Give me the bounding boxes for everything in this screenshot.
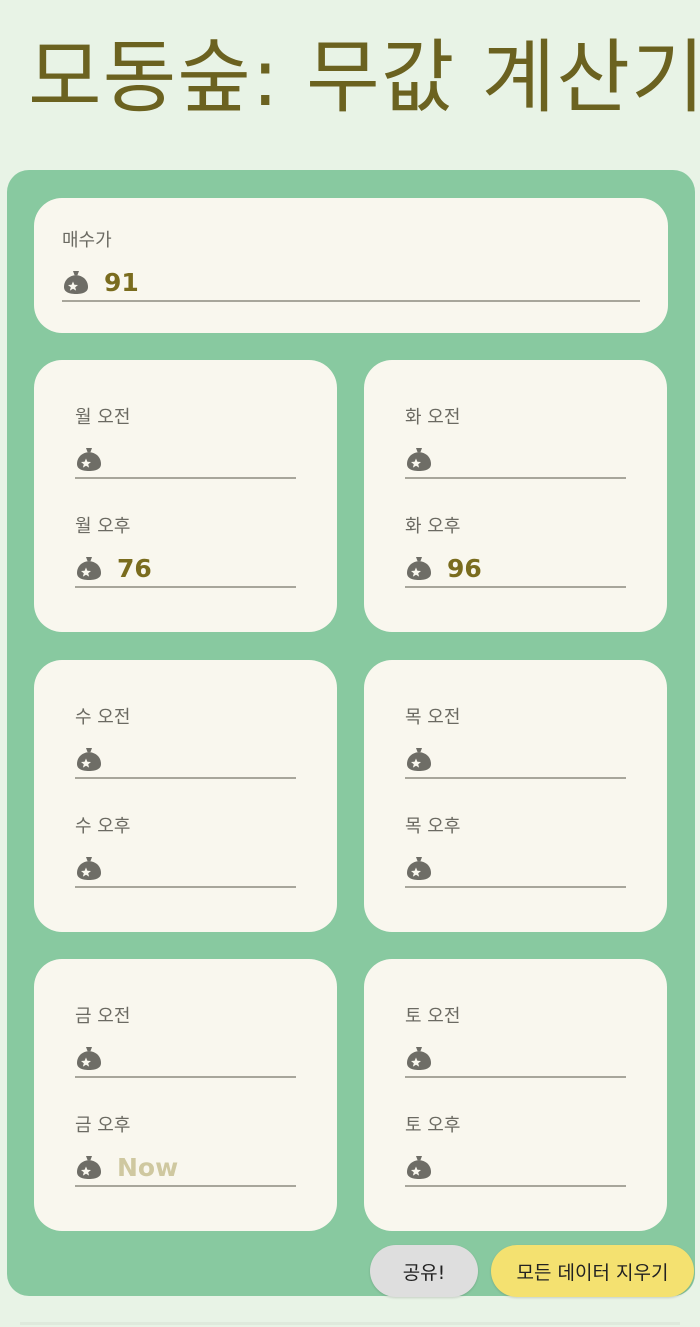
bell-bag-icon bbox=[77, 748, 101, 771]
price-field-fri-am: 금 오전 bbox=[75, 1002, 296, 1082]
day-card-thu: 목 오전 목 오후 bbox=[364, 660, 667, 932]
bell-bag-icon bbox=[64, 271, 88, 294]
day-card-tue: 화 오전 화 오후 96 bbox=[364, 360, 667, 632]
bell-bag-icon bbox=[77, 1156, 101, 1179]
price-label-tue-am: 화 오전 bbox=[405, 407, 461, 428]
price-label-sat-am: 토 오전 bbox=[405, 1006, 461, 1027]
price-field-wed-pm: 수 오후 bbox=[75, 812, 296, 892]
price-field-fri-pm: 금 오후 Now bbox=[75, 1111, 296, 1191]
day-card-fri: 금 오전 금 오후 Now bbox=[34, 959, 337, 1231]
purchase-price-value: 91 bbox=[104, 267, 139, 297]
price-input-fri-am[interactable] bbox=[75, 1040, 296, 1078]
price-field-mon-pm: 월 오후 76 bbox=[75, 512, 296, 592]
price-value-tue-pm: 96 bbox=[447, 553, 482, 583]
day-card-mon: 월 오전 월 오후 76 bbox=[34, 360, 337, 632]
price-label-wed-am: 수 오전 bbox=[75, 707, 131, 728]
price-input-wed-am[interactable] bbox=[75, 741, 296, 779]
price-label-mon-pm: 월 오후 bbox=[75, 516, 131, 537]
day-card-sat: 토 오전 토 오후 bbox=[364, 959, 667, 1231]
price-field-sat-pm: 토 오후 bbox=[405, 1111, 626, 1191]
price-input-wed-pm[interactable] bbox=[75, 850, 296, 888]
price-input-sat-am[interactable] bbox=[405, 1040, 626, 1078]
price-input-tue-am[interactable] bbox=[405, 441, 626, 479]
price-field-mon-am: 월 오전 bbox=[75, 403, 296, 483]
price-label-thu-am: 목 오전 bbox=[405, 707, 461, 728]
price-field-tue-pm: 화 오후 96 bbox=[405, 512, 626, 592]
price-input-mon-am[interactable] bbox=[75, 441, 296, 479]
price-label-wed-pm: 수 오후 bbox=[75, 816, 131, 837]
bell-bag-icon bbox=[407, 1047, 431, 1070]
price-field-wed-am: 수 오전 bbox=[75, 703, 296, 783]
bell-bag-icon bbox=[407, 748, 431, 771]
price-value-mon-pm: 76 bbox=[117, 553, 152, 583]
share-button[interactable]: 공유! bbox=[370, 1245, 478, 1297]
price-label-sat-pm: 토 오후 bbox=[405, 1115, 461, 1136]
day-card-wed: 수 오전 수 오후 bbox=[34, 660, 337, 932]
purchase-price-card: 매수가 91 bbox=[34, 198, 668, 333]
bell-bag-icon bbox=[77, 557, 101, 580]
page-title: 모동숲: 무값 계산기 bbox=[28, 31, 700, 124]
price-input-thu-am[interactable] bbox=[405, 741, 626, 779]
price-input-mon-pm[interactable]: 76 bbox=[75, 550, 296, 588]
price-field-tue-am: 화 오전 bbox=[405, 403, 626, 483]
bell-bag-icon bbox=[77, 448, 101, 471]
price-field-thu-am: 목 오전 bbox=[405, 703, 626, 783]
purchase-price-field: 매수가 91 bbox=[62, 226, 640, 306]
bell-bag-icon bbox=[77, 857, 101, 880]
price-label-fri-pm: 금 오후 bbox=[75, 1115, 131, 1136]
bell-bag-icon bbox=[407, 857, 431, 880]
price-field-sat-am: 토 오전 bbox=[405, 1002, 626, 1082]
clear-all-data-button[interactable]: 모든 데이터 지우기 bbox=[491, 1245, 694, 1297]
bell-bag-icon bbox=[77, 1047, 101, 1070]
bell-bag-icon bbox=[407, 557, 431, 580]
price-label-mon-am: 월 오전 bbox=[75, 407, 131, 428]
price-label-thu-pm: 목 오후 bbox=[405, 816, 461, 837]
price-input-thu-pm[interactable] bbox=[405, 850, 626, 888]
price-placeholder-fri-pm: Now bbox=[117, 1152, 179, 1182]
purchase-price-input[interactable]: 91 bbox=[62, 264, 640, 302]
price-field-thu-pm: 목 오후 bbox=[405, 812, 626, 892]
price-input-sat-pm[interactable] bbox=[405, 1149, 626, 1187]
bottom-divider bbox=[20, 1322, 680, 1325]
purchase-price-label: 매수가 bbox=[62, 230, 112, 251]
bell-bag-icon bbox=[407, 1156, 431, 1179]
price-input-fri-pm[interactable]: Now bbox=[75, 1149, 296, 1187]
price-input-tue-pm[interactable]: 96 bbox=[405, 550, 626, 588]
price-label-tue-pm: 화 오후 bbox=[405, 516, 461, 537]
price-label-fri-am: 금 오전 bbox=[75, 1006, 131, 1027]
bell-bag-icon bbox=[407, 448, 431, 471]
